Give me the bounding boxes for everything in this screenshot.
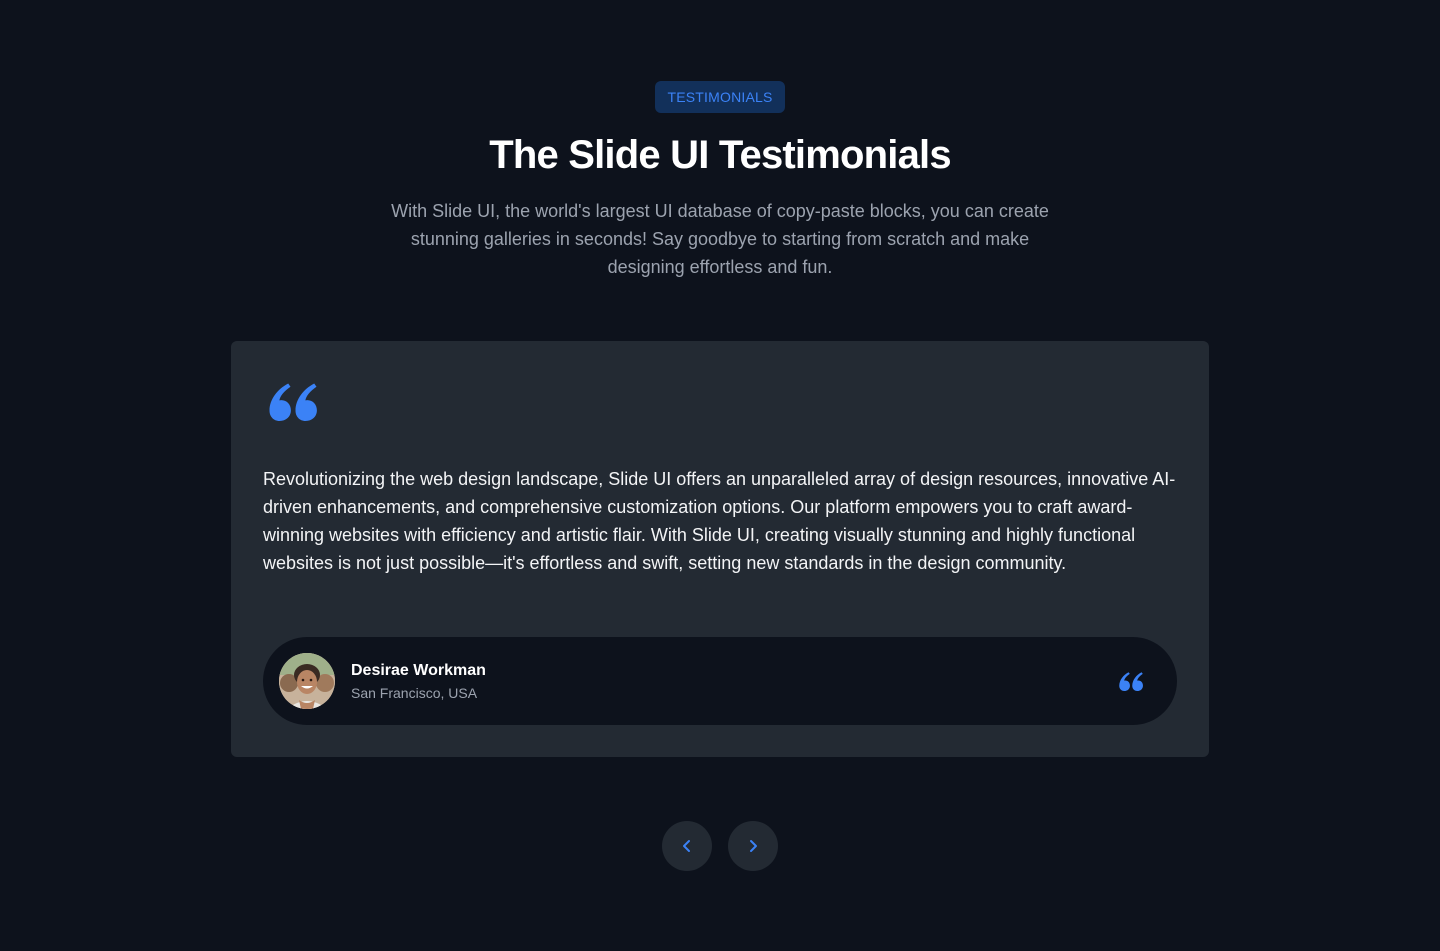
chevron-left-icon bbox=[681, 839, 693, 853]
author-name: Desirae Workman bbox=[351, 662, 486, 679]
testimonial-text: Revolutionizing the web design landscape… bbox=[263, 469, 1176, 573]
section-header: TESTIMONIALS The Slide UI Testimonials W… bbox=[0, 81, 1440, 281]
testimonial-card: Revolutionizing the web design landscape… bbox=[231, 341, 1209, 757]
section-badge: TESTIMONIALS bbox=[655, 81, 785, 113]
avatar bbox=[279, 653, 335, 709]
chevron-right-icon bbox=[747, 839, 759, 853]
previous-button[interactable] bbox=[662, 821, 712, 871]
author-bar: Desirae Workman San Francisco, USA bbox=[263, 637, 1177, 725]
carousel-navigation bbox=[0, 821, 1440, 871]
testimonials-section: TESTIMONIALS The Slide UI Testimonials W… bbox=[0, 0, 1440, 951]
quote-icon bbox=[269, 383, 317, 421]
author-location: San Francisco, USA bbox=[351, 685, 478, 701]
next-button[interactable] bbox=[728, 821, 778, 871]
quote-icon bbox=[1119, 672, 1143, 691]
section-title: The Slide UI Testimonials bbox=[489, 133, 951, 177]
section-subtitle: With Slide UI, the world's largest UI da… bbox=[391, 201, 1049, 277]
